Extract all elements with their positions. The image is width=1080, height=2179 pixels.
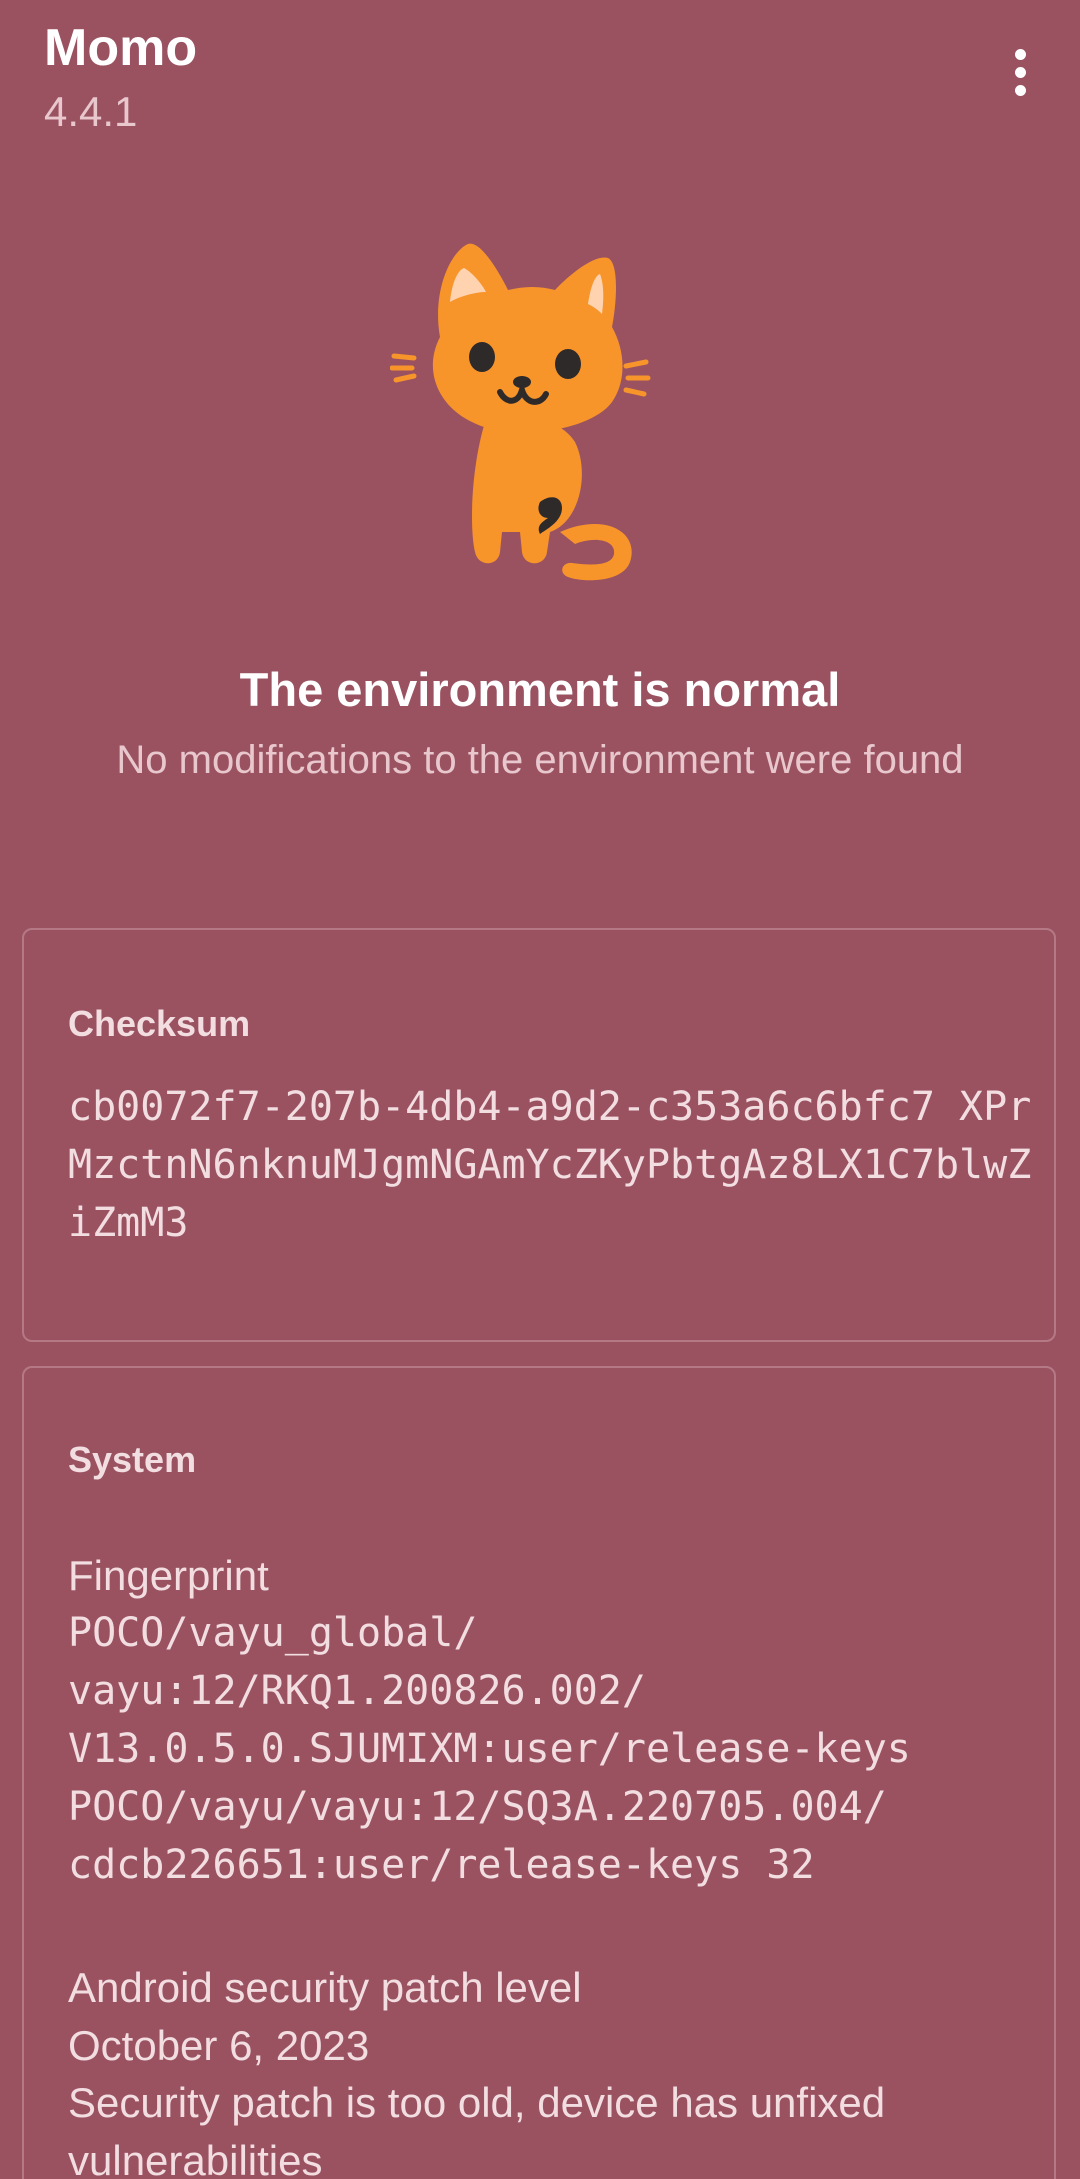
security-patch-date: October 6, 2023 (68, 2022, 370, 2069)
top-app-bar: Momo 4.4.1 (0, 0, 1080, 150)
more-vert-icon (1014, 48, 1026, 96)
security-patch-warning: Security patch is too old, device has un… (68, 2079, 886, 2179)
app-screen: Momo 4.4.1 The environment is normal No … (0, 0, 1080, 2179)
app-version: 4.4.1 (44, 88, 138, 135)
security-patch-label: Android security patch level (68, 1964, 582, 2011)
system-heading: System (68, 1439, 197, 1480)
checksum-heading: Checksum (68, 1003, 251, 1044)
app-title: Momo (44, 19, 198, 77)
checksum-value: cb0072f7-207b-4db4-a9d2-c353a6c6bfc7 XPr… (68, 1084, 1032, 1246)
fingerprint-value: POCO/vayu_global/ vayu:12/RKQ1.200826.00… (68, 1610, 911, 1888)
checksum-card: Checksum cb0072f7-207b-4db4-a9d2-c353a6c… (22, 928, 1056, 1342)
fingerprint-label: Fingerprint (68, 1552, 269, 1599)
cat-icon (390, 243, 651, 581)
status-subtitle: No modifications to the environment were… (116, 738, 964, 782)
system-card: System Fingerprint POCO/vayu_global/ vay… (22, 1366, 1056, 2179)
more-options-button[interactable] (988, 40, 1052, 104)
status-title: The environment is normal (239, 663, 841, 716)
